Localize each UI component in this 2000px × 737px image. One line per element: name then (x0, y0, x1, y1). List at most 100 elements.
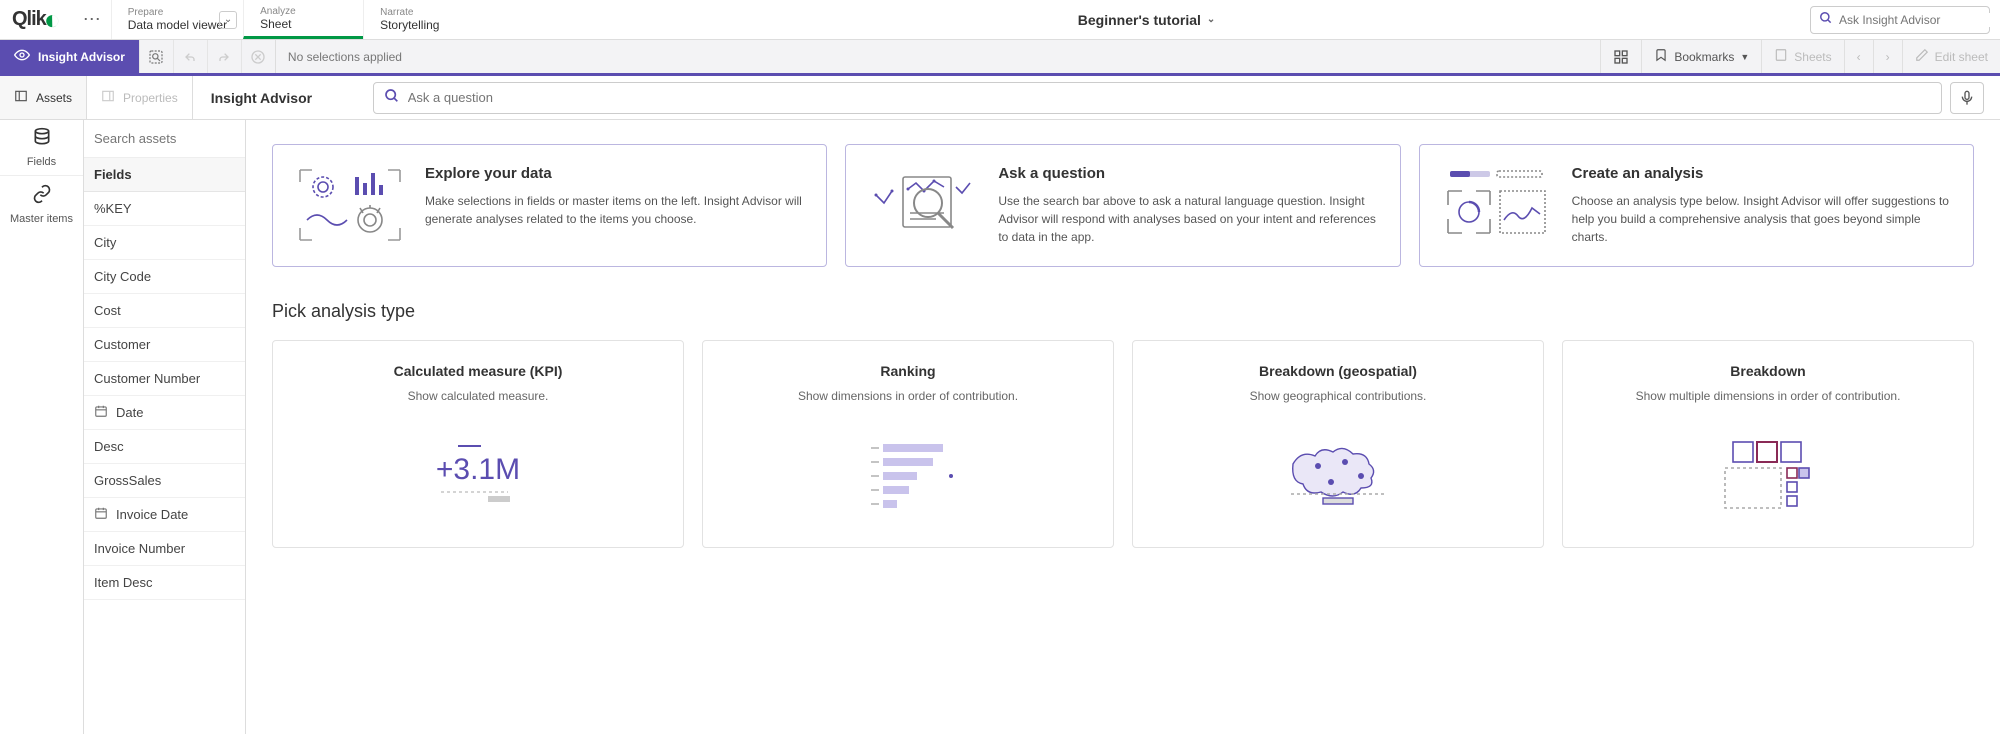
field-label: Customer Number (94, 371, 200, 386)
logo-accent-icon: ◐ (44, 4, 61, 36)
field-row[interactable]: Invoice Date (84, 498, 245, 532)
intro-card-explore[interactable]: Explore your data Make selections in fie… (272, 144, 827, 267)
rail-master-items[interactable]: Master items (0, 176, 83, 232)
nav-tab-analyze[interactable]: Analyze Sheet (243, 0, 363, 39)
rail-label: Master items (10, 213, 73, 225)
calendar-icon (94, 404, 108, 421)
intro-card-text: Explore your data Make selections in fie… (425, 165, 804, 246)
intro-card-title: Explore your data (425, 165, 804, 182)
insight-advisor-button[interactable]: Insight Advisor (0, 40, 139, 73)
intro-card-title: Ask a question (998, 165, 1377, 182)
selection-tools (139, 40, 276, 73)
pick-analysis-title: Pick analysis type (272, 301, 1974, 322)
field-row[interactable]: Date (84, 396, 245, 430)
global-search[interactable] (1810, 6, 1990, 34)
kpi-illustration: +3.1M (291, 429, 665, 519)
nav-tab-narrate[interactable]: Narrate Storytelling (363, 0, 483, 39)
rail-fields[interactable]: Fields (0, 120, 83, 176)
intro-card-text: Ask a question Use the search bar above … (998, 165, 1377, 246)
type-title: Calculated measure (KPI) (291, 363, 665, 379)
field-row[interactable]: Invoice Number (84, 532, 245, 566)
field-row[interactable]: Desc (84, 430, 245, 464)
assets-label: Assets (36, 91, 72, 105)
nav-tab-large: Sheet (260, 17, 347, 31)
tab-assets[interactable]: Assets (0, 76, 87, 119)
clear-selections-icon[interactable] (241, 40, 275, 73)
top-bar: Qlik ◐ ⋯ Prepare Data model viewer ⌄ Ana… (0, 0, 2000, 40)
field-row[interactable]: Item Desc (84, 566, 245, 600)
bookmarks-label: Bookmarks (1674, 50, 1734, 64)
assets-header: Fields (84, 158, 245, 192)
edit-label: Edit sheet (1935, 50, 1988, 64)
no-selections-text: No selections applied (276, 50, 414, 64)
question-input[interactable] (408, 90, 1931, 105)
analysis-type-kpi[interactable]: Calculated measure (KPI) Show calculated… (272, 340, 684, 548)
type-sub: Show calculated measure. (291, 389, 665, 403)
nav-tab-small: Prepare (128, 7, 227, 18)
field-row[interactable]: Cost (84, 294, 245, 328)
sheet-icon (1774, 48, 1788, 65)
nav-tab-large: Storytelling (380, 18, 467, 32)
field-label: Desc (94, 439, 124, 454)
main-area: Fields Master items Fields %KEYCity City … (0, 120, 2000, 734)
step-forward-icon[interactable] (207, 40, 241, 73)
panel-icon (14, 89, 28, 106)
rail-label: Fields (27, 156, 56, 168)
intro-card-body: Make selections in fields or master item… (425, 192, 804, 228)
prev-sheet-button[interactable]: ‹ (1844, 40, 1873, 73)
calendar-icon (94, 506, 108, 523)
edit-sheet-button[interactable]: Edit sheet (1902, 40, 2000, 73)
app-title[interactable]: Beginner's tutorial ⌄ (483, 12, 1810, 28)
geo-illustration (1151, 429, 1525, 519)
nav-tab-prepare[interactable]: Prepare Data model viewer ⌄ (111, 0, 243, 39)
selections-bar: Insight Advisor No selections applied Bo… (0, 40, 2000, 76)
properties-label: Properties (123, 91, 178, 105)
field-row[interactable]: Customer (84, 328, 245, 362)
ranking-illustration (721, 429, 1095, 519)
type-title: Breakdown (1581, 363, 1955, 379)
layout-grid-button[interactable] (1600, 40, 1641, 73)
nav-tab-small: Analyze (260, 6, 347, 17)
next-sheet-button[interactable]: › (1873, 40, 1902, 73)
field-row[interactable]: City (84, 226, 245, 260)
intro-cards-row: Explore your data Make selections in fie… (272, 144, 1974, 267)
field-label: Date (116, 405, 143, 420)
database-icon (32, 127, 52, 152)
advisor-bar: Assets Properties Insight Advisor (0, 76, 2000, 120)
fields-list[interactable]: %KEYCity City Code Cost Customer Customer Nu… (84, 192, 245, 734)
analysis-type-geospatial[interactable]: Breakdown (geospatial) Show geographical… (1132, 340, 1544, 548)
microphone-button[interactable] (1950, 82, 1984, 114)
content-area[interactable]: Explore your data Make selections in fie… (246, 120, 2000, 734)
sheets-button[interactable]: Sheets (1761, 40, 1843, 73)
question-input-container[interactable] (373, 82, 1942, 114)
chevron-down-icon[interactable]: ⌄ (219, 11, 237, 29)
assets-search-input[interactable] (84, 120, 245, 157)
search-icon (1819, 11, 1833, 28)
more-menu-button[interactable]: ⋯ (73, 9, 111, 30)
sheets-label: Sheets (1794, 50, 1831, 64)
search-icon (384, 88, 400, 107)
intro-card-ask[interactable]: Ask a question Use the search bar above … (845, 144, 1400, 267)
field-row[interactable]: GrossSales (84, 464, 245, 498)
bookmarks-button[interactable]: Bookmarks ▼ (1641, 40, 1761, 73)
svg-text:+3.1M: +3.1M (436, 453, 520, 486)
step-back-icon[interactable] (173, 40, 207, 73)
nav-tab-small: Narrate (380, 7, 467, 18)
field-row[interactable]: Customer Number (84, 362, 245, 396)
nav-tab-large: Data model viewer (128, 18, 227, 32)
field-label: Customer (94, 337, 150, 352)
smart-search-icon[interactable] (139, 40, 173, 73)
intro-card-text: Create an analysis Choose an analysis ty… (1572, 165, 1951, 246)
analysis-type-breakdown[interactable]: Breakdown Show multiple dimensions in or… (1562, 340, 1974, 548)
field-row[interactable]: %KEY (84, 192, 245, 226)
field-row[interactable]: City Code (84, 260, 245, 294)
tab-properties[interactable]: Properties (87, 76, 193, 119)
analysis-type-ranking[interactable]: Ranking Show dimensions in order of cont… (702, 340, 1114, 548)
intro-card-create[interactable]: Create an analysis Choose an analysis ty… (1419, 144, 1974, 267)
global-search-input[interactable] (1839, 13, 1994, 27)
breakdown-illustration (1581, 429, 1955, 519)
assets-search[interactable] (84, 120, 245, 158)
explore-icon (295, 165, 405, 245)
logo: Qlik ◐ (0, 4, 73, 36)
field-label: City Code (94, 269, 151, 284)
